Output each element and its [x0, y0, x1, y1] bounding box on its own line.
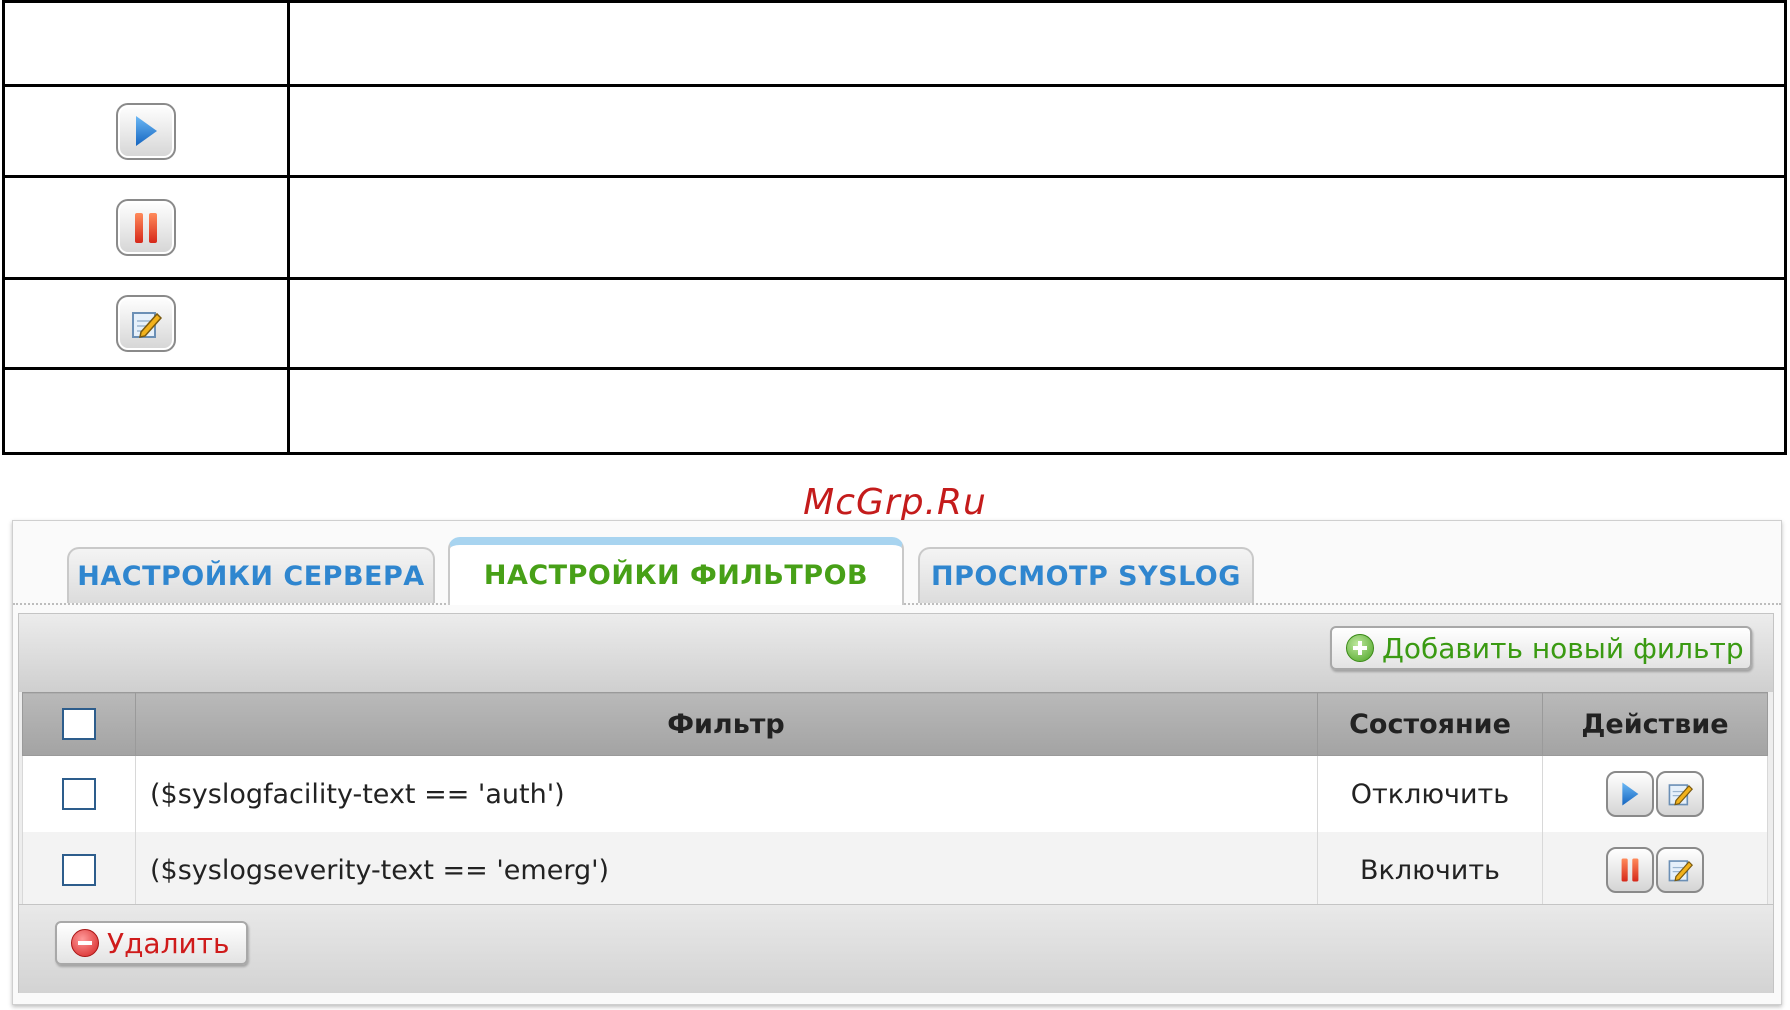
legend-row — [2, 0, 1787, 87]
legend-row — [2, 175, 1787, 280]
watermark: McGrp.Ru — [803, 482, 987, 523]
filters-content: Добавить новый фильтр Фильтр Состояние Д… — [18, 613, 1774, 993]
filter-state: Отключить — [1317, 755, 1543, 832]
bottom-toolbar — [19, 904, 1773, 993]
legend-description-cell — [287, 367, 1787, 455]
row-checkbox-cell — [22, 755, 136, 832]
add-filter-label: Добавить новый фильтр — [1382, 631, 1744, 665]
edit-icon[interactable] — [1656, 771, 1704, 817]
table-row: ($syslogfacility-text == 'auth') Отключи… — [22, 755, 1768, 832]
row-actions — [1542, 755, 1768, 832]
table-header-row: Фильтр Состояние Действие — [22, 692, 1768, 756]
pause-icon — [116, 199, 176, 256]
legend-description-cell — [287, 84, 1787, 178]
legend-icon-cell — [2, 277, 290, 370]
edit-icon[interactable] — [1656, 847, 1704, 893]
legend-row — [2, 84, 1787, 178]
legend-row — [2, 277, 1787, 370]
legend-icon-cell — [2, 367, 290, 455]
row-checkbox-cell — [22, 832, 136, 909]
tab-bar: НАСТРОЙКИ СЕРВЕРА НАСТРОЙКИ ФИЛЬТРОВ ПРО… — [13, 521, 1781, 605]
play-icon[interactable] — [1606, 771, 1654, 817]
row-actions — [1542, 832, 1768, 909]
edit-icon — [116, 295, 176, 352]
legend-icon-cell — [2, 0, 290, 87]
legend-row — [2, 367, 1787, 455]
column-header-state: Состояние — [1317, 692, 1543, 756]
filter-expression: ($syslogseverity-text == 'emerg') — [135, 832, 1318, 909]
syslog-settings-panel: НАСТРОЙКИ СЕРВЕРА НАСТРОЙКИ ФИЛЬТРОВ ПРО… — [12, 520, 1782, 1005]
filter-expression: ($syslogfacility-text == 'auth') — [135, 755, 1318, 832]
delete-button[interactable]: Удалить — [55, 921, 248, 965]
delete-label: Удалить — [107, 926, 230, 960]
select-all-checkbox[interactable] — [62, 708, 96, 741]
filter-state: Включить — [1317, 832, 1543, 909]
tab-server-settings[interactable]: НАСТРОЙКИ СЕРВЕРА — [67, 547, 435, 603]
top-toolbar: Добавить новый фильтр — [19, 614, 1773, 692]
delete-icon — [71, 929, 99, 957]
legend-icon-cell — [2, 84, 290, 178]
legend-description-cell — [287, 277, 1787, 370]
column-header-filter: Фильтр — [135, 692, 1318, 756]
tab-filter-settings[interactable]: НАСТРОЙКИ ФИЛЬТРОВ — [448, 537, 904, 605]
table-row: ($syslogseverity-text == 'emerg') Включи… — [22, 832, 1768, 909]
icon-legend-table — [2, 0, 1787, 455]
add-icon — [1346, 634, 1374, 662]
play-icon — [116, 102, 176, 160]
row-checkbox[interactable] — [62, 778, 96, 811]
legend-description-cell — [287, 175, 1787, 280]
legend-description-cell — [287, 0, 1787, 87]
add-filter-button[interactable]: Добавить новый фильтр — [1330, 626, 1752, 670]
pause-icon[interactable] — [1606, 847, 1654, 893]
legend-icon-cell — [2, 175, 290, 280]
column-header-action: Действие — [1542, 692, 1768, 756]
filters-table: Фильтр Состояние Действие ($syslogfacili… — [22, 692, 1768, 909]
tab-syslog-view[interactable]: ПРОСМОТР SYSLOG — [918, 547, 1254, 603]
row-checkbox[interactable] — [62, 854, 96, 887]
select-all-header — [22, 692, 136, 756]
